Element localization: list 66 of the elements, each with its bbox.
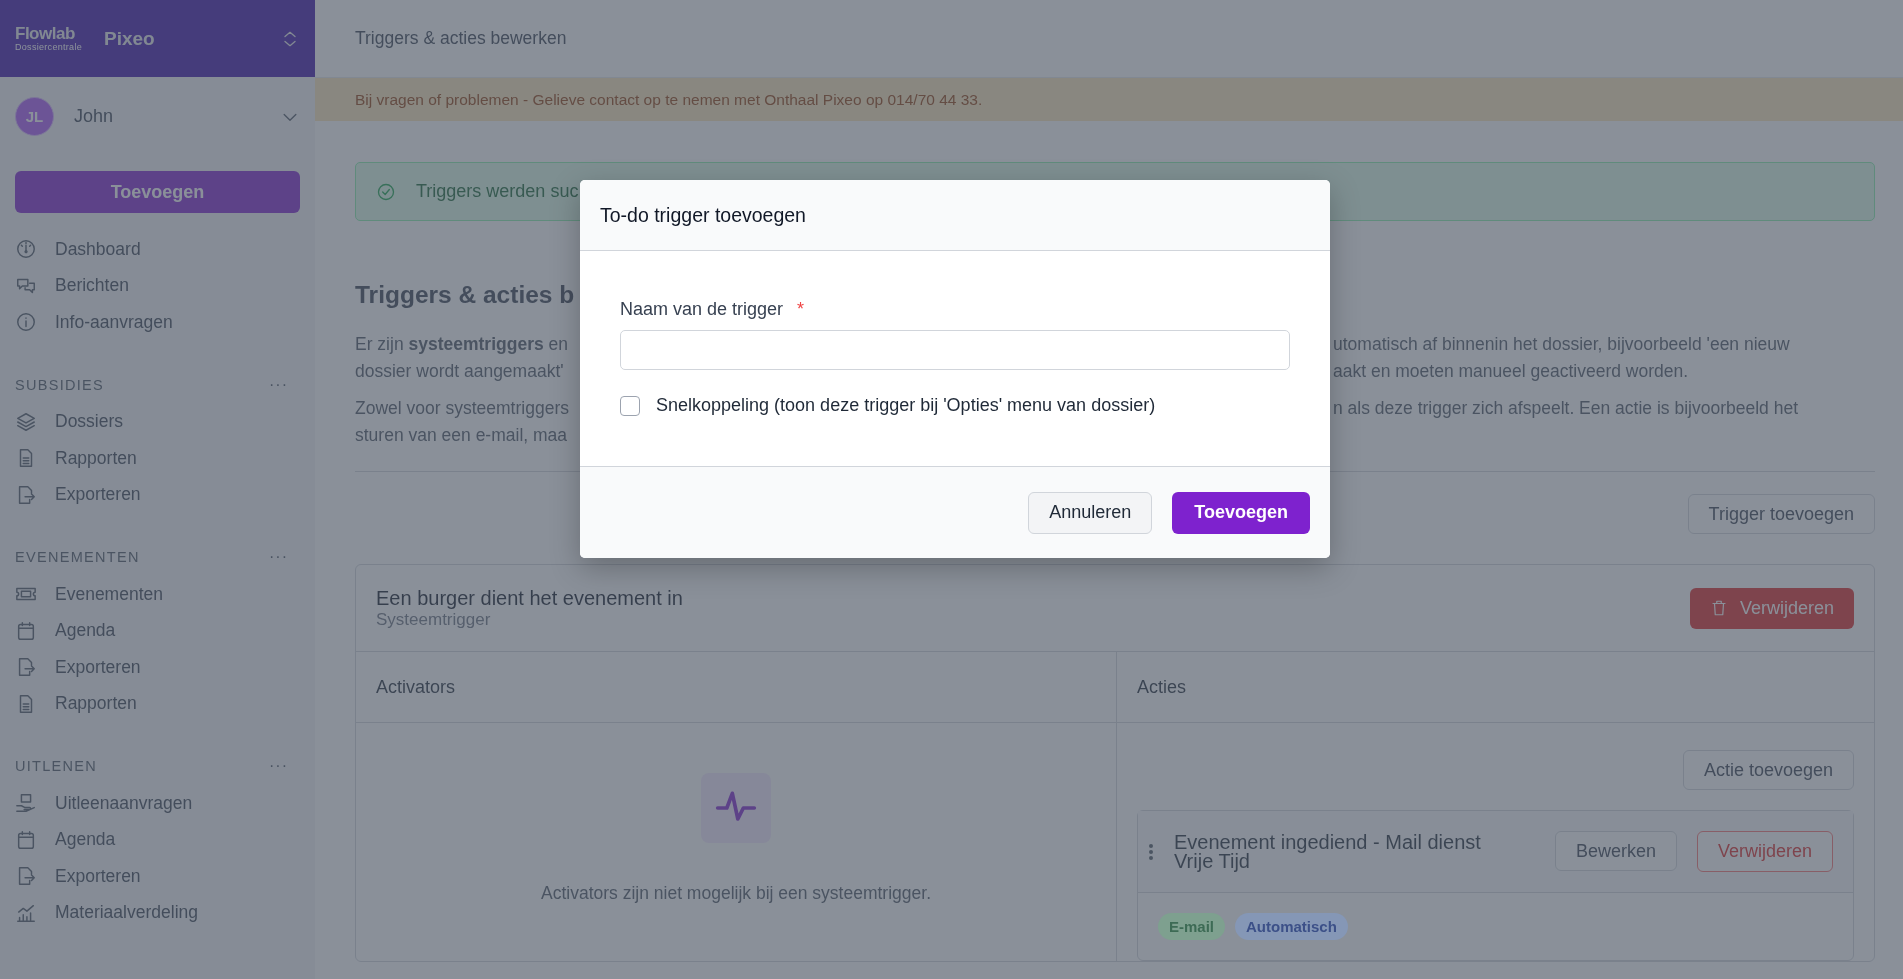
nav-item[interactable]: Uitleenaanvragen bbox=[55, 792, 193, 814]
page-title: Triggers & acties bewerken bbox=[355, 28, 567, 49]
tag: Automatisch bbox=[1235, 913, 1348, 940]
dialog-title: To-do trigger toevoegen bbox=[600, 203, 806, 227]
nav-item[interactable]: Exporteren bbox=[55, 656, 141, 678]
more-button[interactable]: ··· bbox=[257, 757, 300, 775]
column-title: Acties bbox=[1137, 676, 1187, 698]
drag-handle-icon[interactable] bbox=[1148, 842, 1154, 861]
paragraph-text: utomatisch af binnenin het dossier, bijvoorbeeld 'een nieuw bbox=[1333, 333, 1790, 356]
column-title: Activators bbox=[376, 676, 456, 698]
nav-item[interactable]: Info-aanvragen bbox=[55, 311, 173, 333]
submit-button[interactable]: Toevoegen bbox=[1172, 491, 1310, 534]
organization-name: Pixeo bbox=[104, 27, 156, 50]
add-button[interactable]: Toevoegen bbox=[15, 171, 300, 213]
user-name[interactable]: John bbox=[74, 106, 260, 127]
nav-item[interactable]: Exporteren bbox=[55, 484, 141, 506]
trigger-title: Een burger dient het evenement in bbox=[376, 586, 683, 610]
logo-subtitle: Dossiercentrale bbox=[15, 43, 83, 52]
checkbox[interactable] bbox=[620, 395, 640, 416]
info-icon bbox=[15, 311, 37, 334]
nav-item[interactable]: Agenda bbox=[55, 829, 116, 851]
field-label: Naam van de trigger bbox=[620, 299, 784, 320]
notice-text: Bij vragen of problemen - Gelieve contact op te nemen met Onthaal Pixeo op 014/70 44 33. bbox=[355, 90, 983, 109]
paragraph-text: sturen van een e-mail, maa bbox=[355, 424, 568, 447]
hand-box-icon bbox=[15, 792, 37, 815]
trash-icon bbox=[1709, 598, 1728, 618]
section-title: EVENEMENTEN bbox=[15, 549, 140, 565]
nav-item[interactable]: Dossiers bbox=[55, 411, 124, 433]
name-input-field[interactable] bbox=[620, 330, 1290, 370]
nav-item[interactable]: Rapporten bbox=[55, 693, 137, 715]
nav-item[interactable]: Agenda bbox=[55, 620, 116, 642]
empty-state-text: Activators zijn niet mogelijk bij een systeemtrigger. bbox=[541, 883, 931, 904]
required-mark: * bbox=[797, 299, 805, 320]
check-circle-icon bbox=[376, 181, 396, 202]
user-avatar: JL bbox=[15, 97, 54, 136]
nav-item[interactable]: Rapporten bbox=[55, 447, 137, 469]
alert-text: Triggers werden suc bbox=[416, 181, 579, 202]
gauge-icon bbox=[15, 238, 37, 261]
paragraph-text: aakt en moeten manueel geactiveerd worden. bbox=[1333, 360, 1689, 383]
more-button[interactable]: ··· bbox=[257, 375, 300, 394]
tag: E-mail bbox=[1158, 913, 1225, 940]
delete-button[interactable]: Verwijderen bbox=[1696, 831, 1833, 872]
nav-item[interactable]: Exporteren bbox=[55, 865, 141, 887]
calendar-icon bbox=[15, 619, 37, 642]
delete-button[interactable]: Verwijderen bbox=[1689, 587, 1854, 629]
paragraph-text: Er zijn systeemtriggers en bbox=[355, 333, 569, 356]
checkbox-label: Snelkoppeling (toon deze trigger bij 'Opties' menu van dossier) bbox=[656, 395, 1156, 416]
edit-button[interactable]: Bewerken bbox=[1554, 831, 1677, 871]
nav-item[interactable]: Evenementen bbox=[55, 583, 163, 605]
section-heading: Triggers & acties b bbox=[355, 281, 575, 309]
add-action-button[interactable]: Actie toevoegen bbox=[1682, 750, 1854, 790]
calendar-icon bbox=[15, 828, 37, 851]
more-button[interactable]: ··· bbox=[257, 548, 300, 566]
section-title: UITLENEN bbox=[15, 758, 98, 774]
nav-item[interactable]: Materiaalverdeling bbox=[55, 902, 198, 924]
logo-text: Flowlab bbox=[15, 25, 76, 42]
action-title: Evenement ingediend - Mail dienst Vrije Tijd bbox=[1174, 832, 1482, 871]
section-title: SUBSIDIES bbox=[15, 376, 105, 393]
cancel-button[interactable]: Annuleren bbox=[1028, 491, 1153, 534]
paragraph-text: Zowel voor systeemtriggers bbox=[355, 397, 569, 420]
paragraph-text: n als deze trigger zich afspeelt. Een actie is bijvoorbeeld het bbox=[1333, 397, 1798, 420]
nav-item[interactable]: Dashboard bbox=[55, 238, 141, 260]
nav-item[interactable]: Berichten bbox=[55, 275, 129, 297]
add-trigger-button[interactable]: Trigger toevoegen bbox=[1687, 494, 1875, 534]
paragraph-text: dossier wordt aangemaakt' bbox=[355, 360, 564, 383]
layers-icon bbox=[15, 410, 37, 433]
